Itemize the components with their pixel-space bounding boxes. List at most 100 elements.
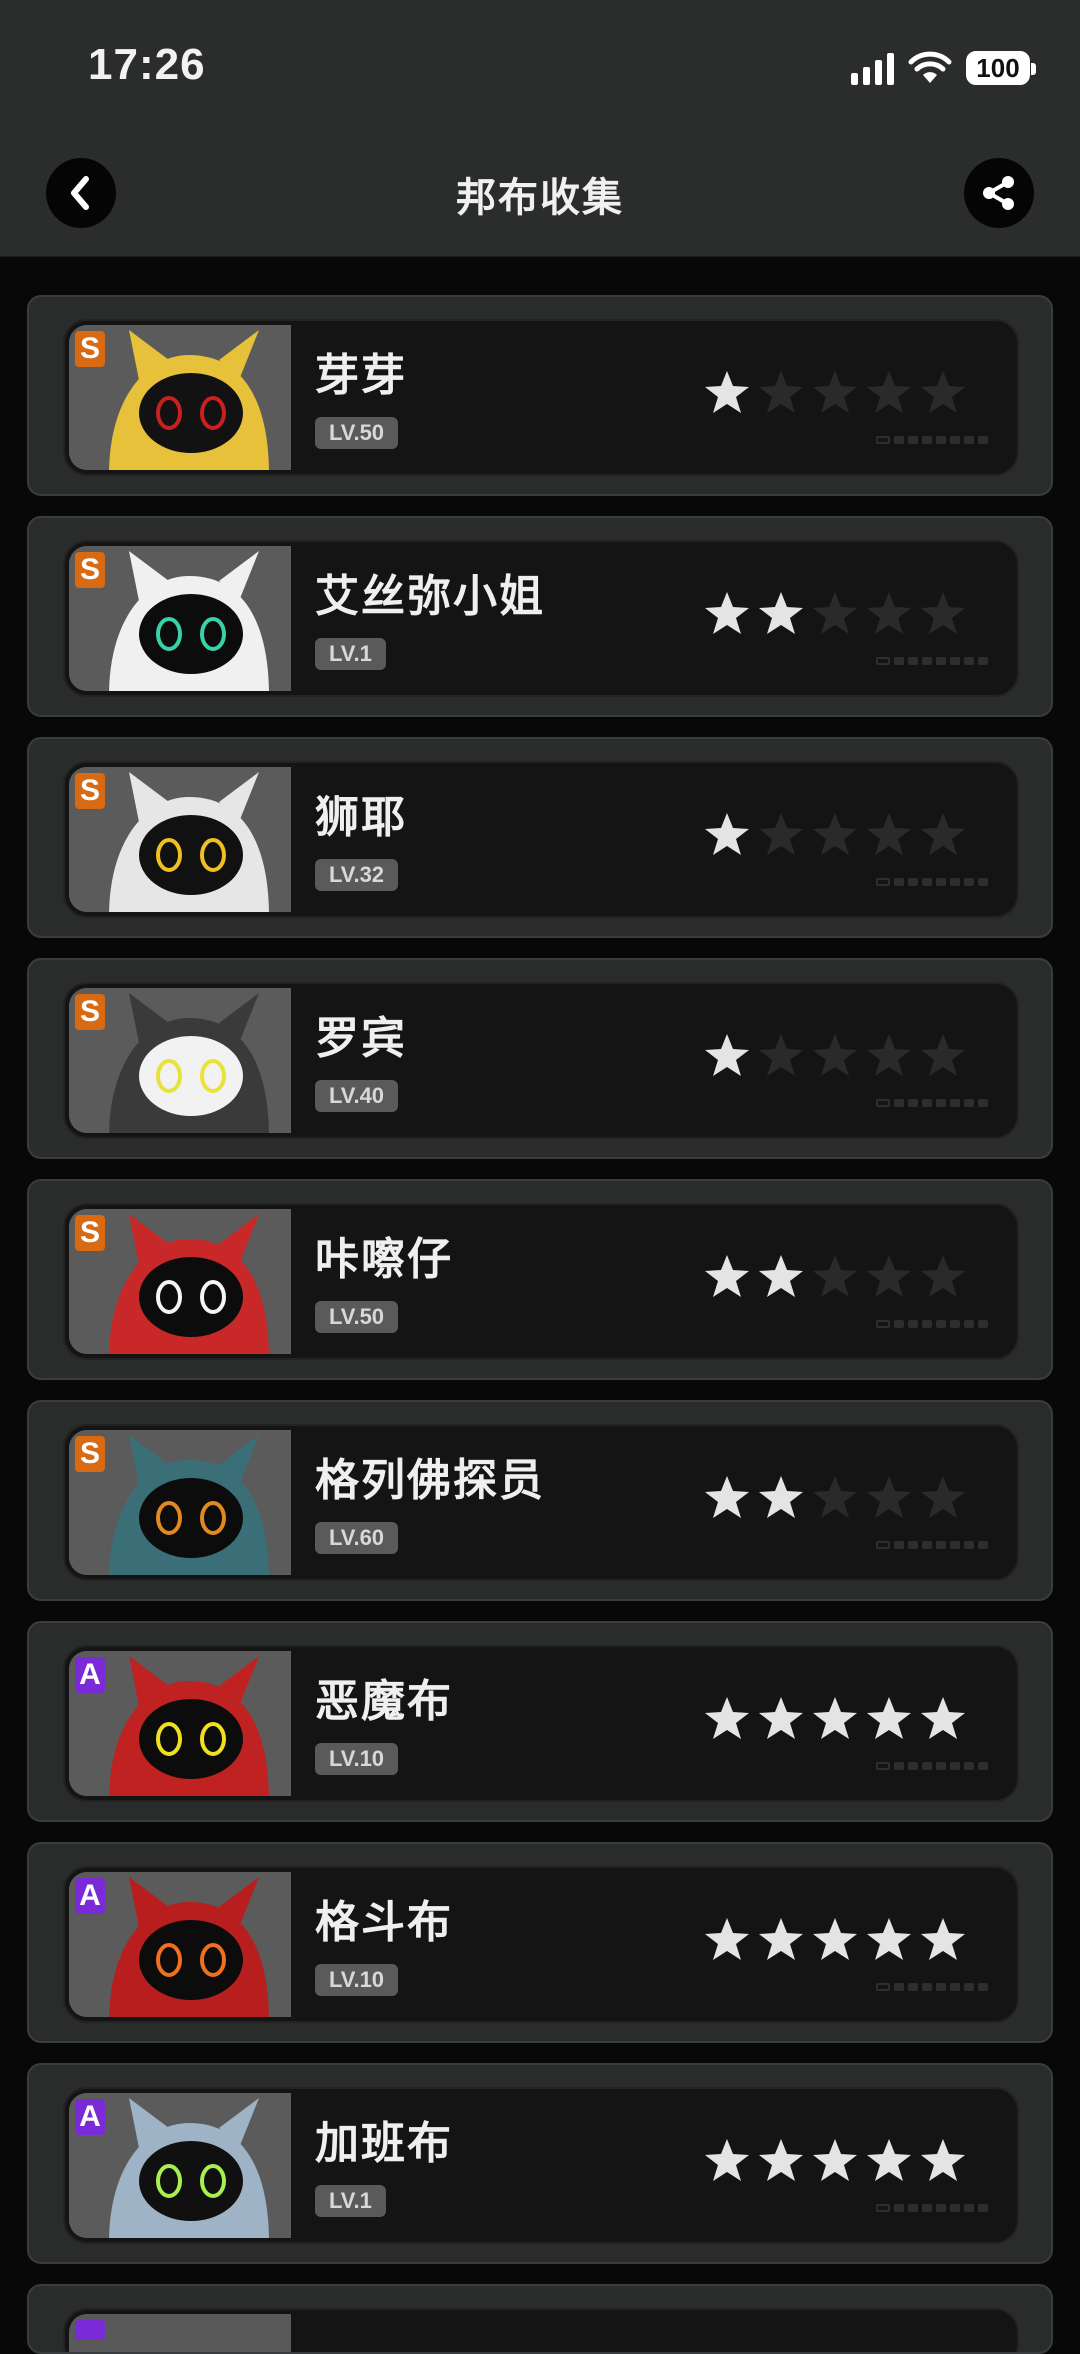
bangboo-portrait: S xyxy=(69,767,291,912)
level-badge: LV.60 xyxy=(315,1522,399,1554)
bangboo-card-6[interactable]: S 格列佛探员 LV.60 xyxy=(27,1400,1053,1601)
bangboo-card-inner: A 格斗布 LV.10 xyxy=(63,1866,1019,2023)
star-icon xyxy=(867,1476,911,1518)
level-badge: LV.50 xyxy=(315,1301,399,1333)
star-icon xyxy=(921,1918,965,1960)
bangboo-name: 咔嚓仔 xyxy=(315,1234,453,1285)
level-badge: LV.1 xyxy=(315,638,386,670)
rank-badge: S xyxy=(75,1436,105,1472)
bangboo-name: 恶魔布 xyxy=(315,1676,453,1727)
bangboo-card-inner: A 恶魔布 LV.10 xyxy=(63,1645,1019,1802)
bangboo-card-inner: S 罗宾 LV.40 xyxy=(63,982,1019,1139)
star-icon xyxy=(705,1476,749,1518)
bangboo-card-9[interactable]: A 加班布 LV.1 xyxy=(27,2063,1053,2264)
rank-badge: S xyxy=(75,1215,105,1251)
star-rating xyxy=(703,1474,967,1522)
bangboo-portrait: A xyxy=(69,1651,291,1796)
info-dots xyxy=(876,1541,988,1549)
info-dots xyxy=(876,2204,988,2212)
star-icon xyxy=(921,1476,965,1518)
rank-badge: S xyxy=(75,552,105,588)
bangboo-name: 狮耶 xyxy=(315,792,407,843)
star-rating xyxy=(703,811,967,859)
share-button[interactable] xyxy=(964,158,1034,228)
star-icon xyxy=(921,2139,965,2181)
rank-badge: A xyxy=(75,1657,105,1693)
info-dots xyxy=(876,878,988,886)
star-icon xyxy=(759,2139,803,2181)
star-icon xyxy=(705,813,749,855)
rank-badge: S xyxy=(75,994,105,1030)
bangboo-portrait: S xyxy=(69,546,291,691)
star-icon xyxy=(759,1918,803,1960)
star-rating xyxy=(703,369,967,417)
star-icon xyxy=(813,1476,857,1518)
bangboo-card-partial[interactable] xyxy=(27,2284,1053,2354)
bangboo-portrait: S xyxy=(69,1209,291,1354)
wifi-icon xyxy=(908,51,952,83)
star-rating xyxy=(703,590,967,638)
star-icon xyxy=(867,371,911,413)
star-icon xyxy=(813,1034,857,1076)
bangboo-name: 格列佛探员 xyxy=(315,1455,545,1506)
bangboo-card-inner: S 咔嚓仔 LV.50 xyxy=(63,1203,1019,1360)
rank-badge: A xyxy=(75,2099,105,2135)
top-bar: 17:26 100 邦布收集 xyxy=(0,0,1080,257)
bangboo-name: 加班布 xyxy=(315,2118,453,2169)
page-title: 邦布收集 xyxy=(456,175,624,221)
level-badge: LV.32 xyxy=(315,859,399,891)
star-rating xyxy=(703,2137,967,2185)
bangboo-card-7[interactable]: A 恶魔布 LV.10 xyxy=(27,1621,1053,1822)
bangboo-card-inner: S 芽芽 LV.50 xyxy=(63,319,1019,476)
bangboo-card-4[interactable]: S 罗宾 LV.40 xyxy=(27,958,1053,1159)
star-icon xyxy=(705,1697,749,1739)
bangboo-name: 芽芽 xyxy=(315,350,407,401)
star-icon xyxy=(705,1255,749,1297)
star-icon xyxy=(759,592,803,634)
star-icon xyxy=(867,592,911,634)
star-icon xyxy=(705,371,749,413)
star-icon xyxy=(867,1034,911,1076)
bangboo-name: 艾丝弥小姐 xyxy=(315,571,545,622)
bangboo-card-2[interactable]: S 艾丝弥小姐 LV.1 xyxy=(27,516,1053,717)
star-icon xyxy=(759,1476,803,1518)
bangboo-card-inner: A 加班布 LV.1 xyxy=(63,2087,1019,2244)
share-icon xyxy=(983,176,1014,210)
star-rating xyxy=(703,1916,967,1964)
bangboo-portrait: S xyxy=(69,1430,291,1575)
info-dots xyxy=(876,436,988,444)
star-rating xyxy=(703,1253,967,1301)
bangboo-portrait: A xyxy=(69,2093,291,2238)
star-icon xyxy=(813,813,857,855)
level-badge: LV.40 xyxy=(315,1080,399,1112)
star-icon xyxy=(867,1255,911,1297)
bangboo-portrait: S xyxy=(69,988,291,1133)
star-icon xyxy=(921,1697,965,1739)
battery-indicator: 100 xyxy=(966,51,1036,85)
star-icon xyxy=(867,1918,911,1960)
star-icon xyxy=(813,592,857,634)
star-icon xyxy=(813,1918,857,1960)
star-icon xyxy=(813,2139,857,2181)
bangboo-name: 格斗布 xyxy=(315,1897,453,1948)
star-icon xyxy=(867,813,911,855)
info-dots xyxy=(876,1983,988,1991)
star-icon xyxy=(705,1034,749,1076)
bangboo-card-3[interactable]: S 狮耶 LV.32 xyxy=(27,737,1053,938)
bangboo-name: 罗宾 xyxy=(315,1013,407,1064)
star-icon xyxy=(759,1697,803,1739)
rank-badge xyxy=(75,2320,105,2340)
star-icon xyxy=(759,813,803,855)
bangboo-card-8[interactable]: A 格斗布 LV.10 xyxy=(27,1842,1053,2043)
bangboo-card-5[interactable]: S 咔嚓仔 LV.50 xyxy=(27,1179,1053,1380)
level-badge: LV.10 xyxy=(315,1964,399,1996)
info-dots xyxy=(876,657,988,665)
bangboo-card-1[interactable]: S 芽芽 LV.50 xyxy=(27,295,1053,496)
level-badge: LV.50 xyxy=(315,417,399,449)
bangboo-card-inner: S 狮耶 LV.32 xyxy=(63,761,1019,918)
star-icon xyxy=(759,371,803,413)
star-rating xyxy=(703,1032,967,1080)
rank-badge: S xyxy=(75,773,105,809)
status-time: 17:26 xyxy=(88,40,206,89)
star-icon xyxy=(921,1034,965,1076)
